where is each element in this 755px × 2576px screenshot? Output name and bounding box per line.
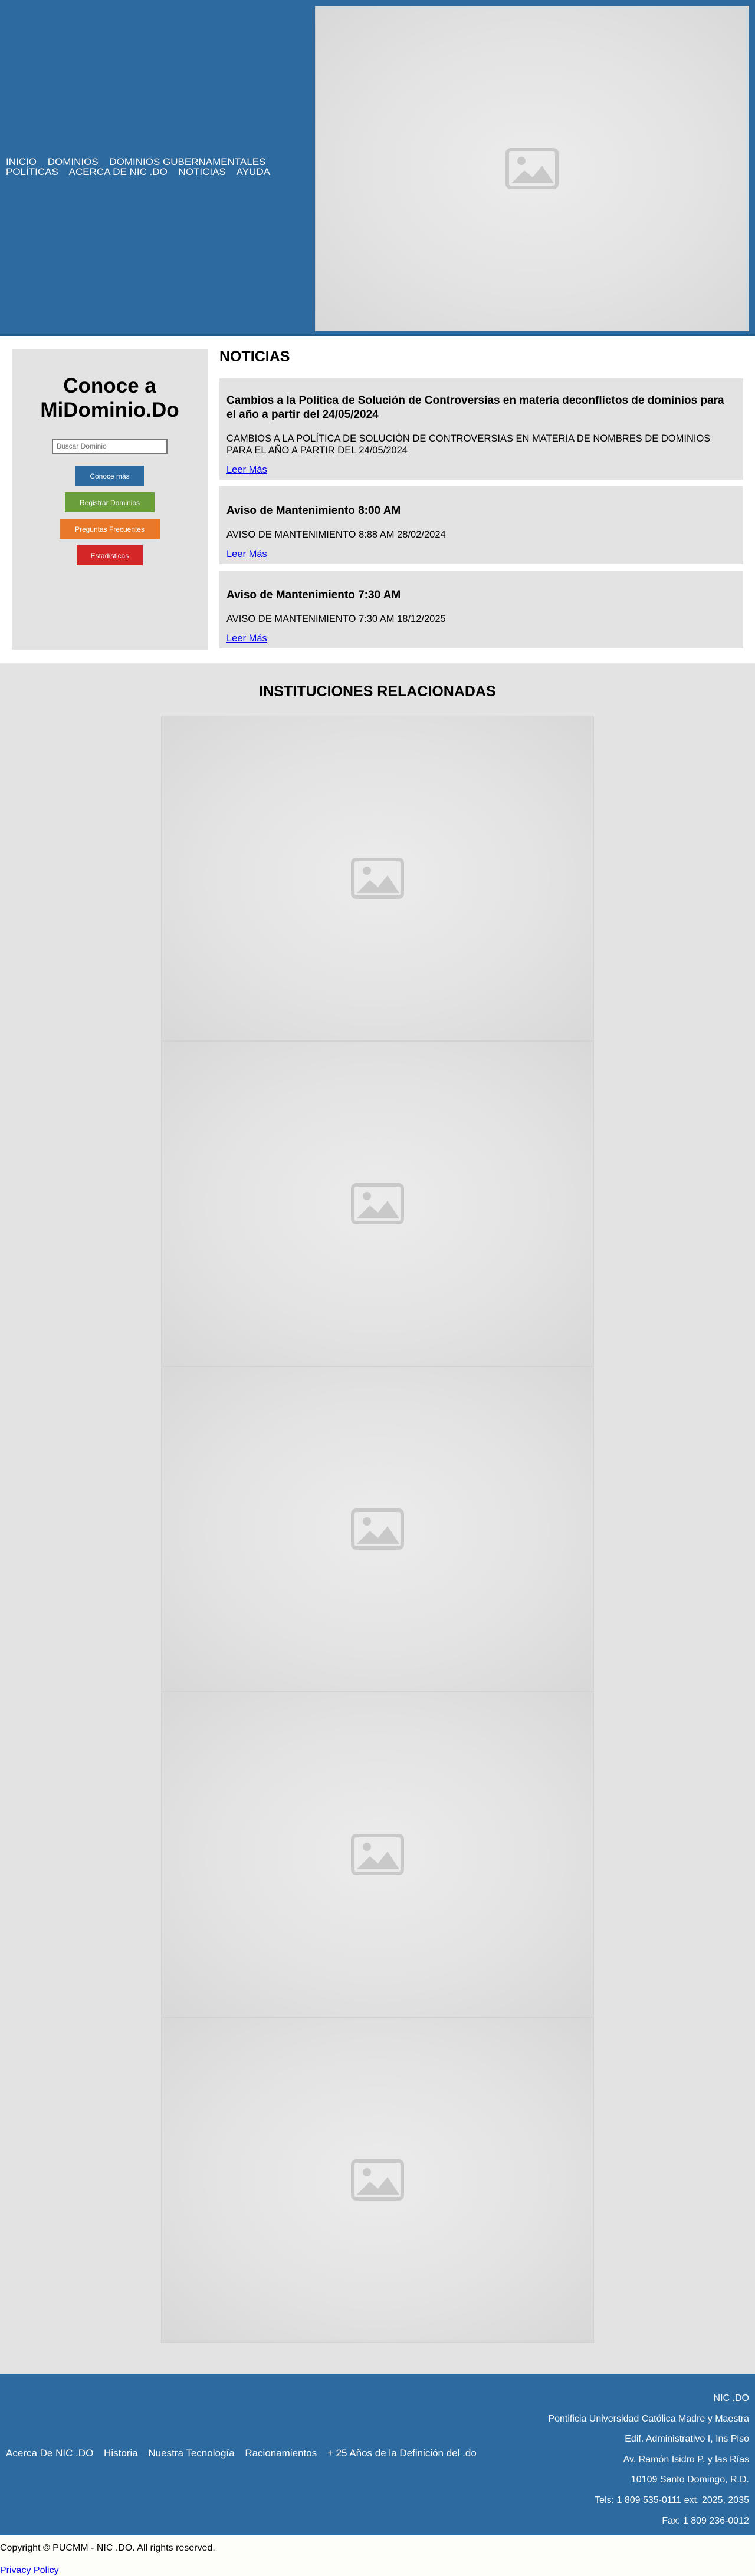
registrar-dominios-button[interactable]: Registrar Dominios (65, 492, 155, 512)
read-more-link[interactable]: Leer Más (226, 465, 267, 476)
footer-link-tecnologia[interactable]: Nuestra Tecnología (148, 2447, 234, 2459)
image-placeholder-icon (351, 1183, 404, 1224)
institution-logo[interactable] (161, 1692, 594, 2017)
footer-links: Acerca De NIC .DO Historia Nuestra Tecno… (6, 2447, 484, 2459)
address-line: 10109 Santo Domingo, R.D. (631, 2475, 749, 2485)
nav-item-acerca[interactable]: ACERCA DE NIC .DO (69, 166, 168, 177)
footer-link-acerca[interactable]: Acerca De NIC .DO (6, 2447, 93, 2459)
image-placeholder-icon (351, 2159, 404, 2201)
domain-sidebar: Conoce a MiDominio.Do Conoce más Registr… (12, 349, 208, 650)
footer-address: NIC .DO Pontificia Universidad Católica … (548, 2389, 749, 2531)
image-placeholder-icon (351, 1834, 404, 1875)
institution-logo[interactable] (161, 716, 594, 1041)
privacy-policy-link[interactable]: Privacy Policy (0, 2565, 59, 2575)
institution-logos (161, 716, 594, 2343)
estadisticas-button[interactable]: Estadísticas (77, 545, 143, 565)
news-title: Cambios a la Política de Solución de Con… (226, 394, 724, 421)
news-card: Aviso de Mantenimiento 7:30 AM AVISO DE … (219, 571, 743, 648)
image-placeholder-icon (505, 148, 559, 189)
site-header: INICIO DOMINIOS DOMINIOS GUBERNAMENTALES… (0, 0, 755, 336)
institution-logo[interactable] (161, 1366, 594, 1692)
news-heading: NOTICIAS (219, 348, 290, 365)
nav-item-ayuda[interactable]: AYUDA (237, 166, 270, 177)
hero-image (315, 6, 749, 331)
news-title: Aviso de Mantenimiento 7:30 AM (226, 589, 401, 601)
conoce-mas-button[interactable]: Conoce más (76, 466, 144, 486)
image-placeholder-icon (351, 1508, 404, 1550)
sidebar-title: Conoce a MiDominio.Do (40, 374, 179, 421)
news-body: CAMBIOS A LA POLÍTICA DE SOLUCIÓN DE CON… (226, 433, 711, 456)
preguntas-frecuentes-button[interactable]: Preguntas Frecuentes (60, 519, 160, 539)
news-section: NOTICIAS Cambios a la Política de Soluci… (219, 348, 743, 655)
footer-link-25-anos[interactable]: + 25 Años de la Definición del .do (327, 2447, 477, 2459)
news-card: Cambios a la Política de Solución de Con… (219, 378, 743, 480)
address-line: Av. Ramón Isidro P. y las Rías (623, 2454, 749, 2465)
address-line: Pontificia Universidad Católica Madre y … (548, 2413, 749, 2424)
institution-logo[interactable] (161, 1041, 594, 1366)
nav-item-noticias[interactable]: NOTICIAS (179, 166, 226, 177)
news-body: AVISO DE MANTENIMIENTO 7:30 AM 18/12/202… (226, 614, 446, 624)
site-footer: Acerca De NIC .DO Historia Nuestra Tecno… (0, 2374, 755, 2535)
news-body: AVISO DE MANTENIMIENTO 8:88 AM 28/02/202… (226, 529, 446, 540)
related-institutions: INSTITUCIONES RELACIONADAS (0, 663, 755, 2374)
copyright-text: Copyright © PUCMM - NIC .DO. All rights … (0, 2543, 215, 2553)
footer-link-racionamientos[interactable]: Racionamientos (245, 2447, 317, 2459)
main-content: Conoce a MiDominio.Do Conoce más Registr… (0, 336, 755, 663)
address-line: NIC .DO (713, 2393, 749, 2403)
footer-link-historia[interactable]: Historia (104, 2447, 138, 2459)
image-placeholder-icon (351, 858, 404, 899)
bottom-bar: Copyright © PUCMM - NIC .DO. All rights … (0, 2535, 755, 2576)
read-more-link[interactable]: Leer Más (226, 633, 267, 644)
institution-logo[interactable] (161, 2017, 594, 2343)
main-nav: INICIO DOMINIOS DOMINIOS GUBERNAMENTALES… (6, 157, 313, 177)
address-line: Fax: 1 809 236-0012 (662, 2515, 749, 2526)
address-line: Tels: 1 809 535-0111 ext. 2025, 2035 (595, 2495, 749, 2505)
news-title: Aviso de Mantenimiento 8:00 AM (226, 505, 401, 517)
institutions-heading: INSTITUCIONES RELACIONADAS (259, 683, 496, 700)
nav-item-politicas[interactable]: POLÍTICAS (6, 166, 58, 177)
domain-search-input[interactable] (52, 439, 168, 454)
read-more-link[interactable]: Leer Más (226, 549, 267, 560)
news-card: Aviso de Mantenimiento 8:00 AM AVISO DE … (219, 486, 743, 564)
address-line: Edif. Administrativo I, Ins Piso (625, 2434, 749, 2445)
